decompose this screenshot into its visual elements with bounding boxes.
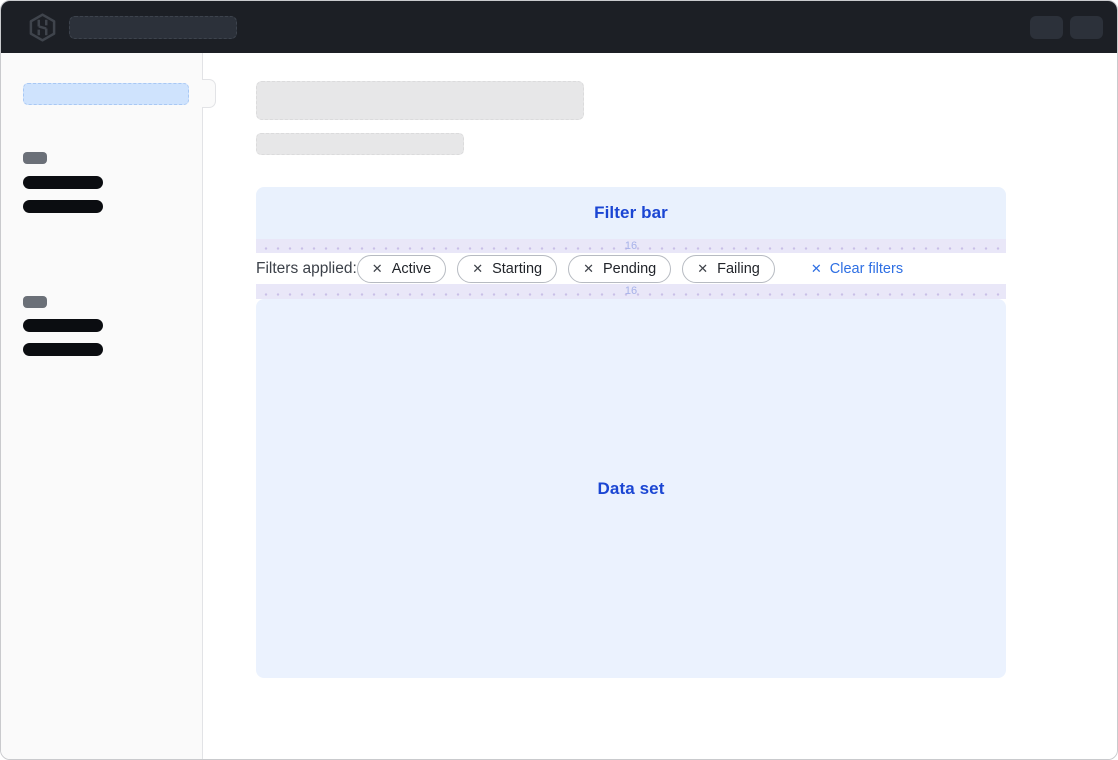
- topbar-button-placeholder-2[interactable]: [1070, 16, 1103, 39]
- filter-bar-zone: Filter bar: [256, 187, 1006, 239]
- clear-filters-link[interactable]: ✕ Clear filters: [811, 261, 903, 277]
- filter-chip-label: Active: [392, 261, 432, 277]
- sidebar-collapse-handle[interactable]: [202, 79, 216, 108]
- app-body: Filter bar 16 Filters applied: ✕ Active …: [1, 53, 1117, 760]
- filter-chip-label: Failing: [717, 261, 760, 277]
- clear-filters-label: Clear filters: [830, 261, 903, 277]
- page-subtitle-placeholder: [256, 133, 464, 155]
- filters-applied-row: Filters applied: ✕ Active ✕ Starting ✕ P…: [256, 253, 1006, 284]
- page-title-placeholder: [256, 81, 584, 120]
- sidebar-item-placeholder-2[interactable]: [23, 200, 103, 213]
- clear-filters-x-icon: ✕: [811, 262, 822, 275]
- sidebar-section-label-placeholder-1: [23, 152, 47, 164]
- data-set-zone-label: Data set: [598, 479, 665, 499]
- app-window: Filter bar 16 Filters applied: ✕ Active …: [0, 0, 1118, 760]
- filter-bar-zone-label: Filter bar: [594, 203, 668, 223]
- search-input-placeholder[interactable]: [69, 16, 237, 39]
- filter-pattern-spec: Filter bar 16 Filters applied: ✕ Active …: [256, 187, 1006, 678]
- sidebar-item-placeholder-1[interactable]: [23, 176, 103, 189]
- filters-applied-label: Filters applied:: [256, 260, 357, 278]
- filter-chip-pending[interactable]: ✕ Pending: [568, 255, 671, 283]
- hashicorp-logo-icon: [28, 13, 57, 42]
- top-nav-bar: [1, 1, 1117, 53]
- topbar-button-placeholder-1[interactable]: [1030, 16, 1063, 39]
- sidebar-item-selected[interactable]: [23, 83, 189, 105]
- filter-chip-label: Starting: [492, 261, 542, 277]
- filter-chip-failing[interactable]: ✕ Failing: [682, 255, 775, 283]
- spacing-value: 16: [625, 241, 637, 252]
- filter-chip-active[interactable]: ✕ Active: [357, 255, 446, 283]
- sidebar: [1, 53, 203, 760]
- filter-chip-label: Pending: [603, 261, 656, 277]
- remove-filter-icon[interactable]: ✕: [372, 262, 383, 275]
- sidebar-item-placeholder-4[interactable]: [23, 343, 103, 356]
- spacing-annotation-top: 16: [256, 239, 1006, 253]
- main-content: Filter bar 16 Filters applied: ✕ Active …: [203, 53, 1117, 760]
- remove-filter-icon[interactable]: ✕: [472, 262, 483, 275]
- spacing-annotation-bottom: 16: [256, 284, 1006, 299]
- spacing-value: 16: [625, 286, 637, 297]
- sidebar-section-label-placeholder-2: [23, 296, 47, 308]
- data-set-zone: Data set: [256, 299, 1006, 678]
- remove-filter-icon[interactable]: ✕: [697, 262, 708, 275]
- filter-chip-starting[interactable]: ✕ Starting: [457, 255, 557, 283]
- remove-filter-icon[interactable]: ✕: [583, 262, 594, 275]
- sidebar-item-placeholder-3[interactable]: [23, 319, 103, 332]
